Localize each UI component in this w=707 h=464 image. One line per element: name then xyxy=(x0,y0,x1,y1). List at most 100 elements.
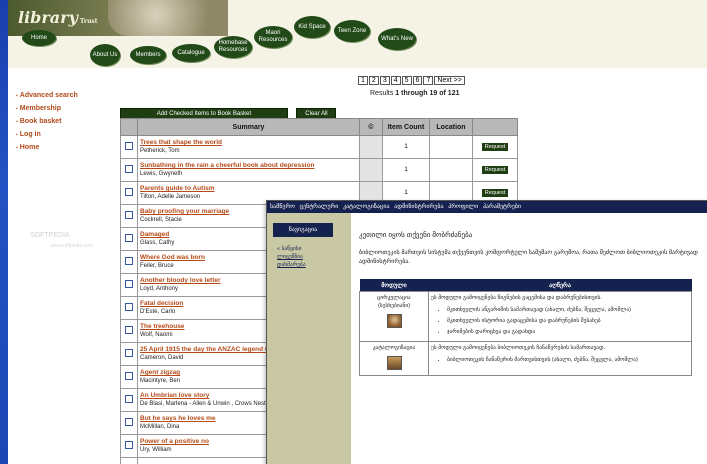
request-button[interactable]: Request xyxy=(481,166,509,174)
page-link[interactable]: 2 xyxy=(368,76,379,85)
catalog-books-icon[interactable] xyxy=(386,356,402,370)
page-link[interactable]: 3 xyxy=(379,76,390,85)
module-desc: ეს მოდული გამოიყენება წიგნების გაცემისა … xyxy=(431,295,602,301)
overlay-menu-item[interactable]: სამწერო xyxy=(270,204,295,210)
overlay-main: კეთილი იყოს თქვენი მობრძანება ბიბლიოთეკი… xyxy=(359,231,699,376)
module-feature: მკითხველის ანგარიშის სამართავად (ახალი, … xyxy=(447,306,689,314)
module-col-name: მოდული xyxy=(359,279,429,292)
sidebar-link-log-in[interactable]: Log in xyxy=(16,131,106,138)
row-checkbox-cell xyxy=(120,411,138,435)
sidebar-link-advanced-search[interactable]: Advanced search xyxy=(16,92,106,99)
page-link[interactable]: 6 xyxy=(412,76,423,85)
nav-about-us[interactable]: About Us xyxy=(90,44,120,66)
book-title-link[interactable]: Sunbathing in the rain a cheerful book a… xyxy=(140,162,358,170)
module-desc: ეს მოდული გამოიყენება ბიბლიოთეკის ჩანაწე… xyxy=(431,345,606,351)
row-checkbox[interactable] xyxy=(125,280,133,288)
page-link[interactable]: 5 xyxy=(401,76,412,85)
row-checkbox[interactable] xyxy=(125,326,133,334)
location-cell xyxy=(429,135,473,159)
row-checkbox-cell xyxy=(120,342,138,366)
library-page: library Trust Home About Us Members Catal… xyxy=(8,0,707,464)
overlay-window: სამწერო ცენტრალური კატალოგიზაცია ადმინის… xyxy=(266,200,707,464)
row-checkbox-cell xyxy=(120,457,138,464)
overlay-menu-item[interactable]: კატალოგიზაცია xyxy=(343,204,389,210)
module-name: კატალოგიზაცია xyxy=(372,345,416,351)
nav-homebase-resources[interactable]: Homebase Resources xyxy=(214,36,252,58)
request-button[interactable]: Request xyxy=(481,189,509,197)
row-checkbox[interactable] xyxy=(125,441,133,449)
nav-members[interactable]: Members xyxy=(130,46,166,64)
nav-teen-zone[interactable]: Teen Zone xyxy=(334,20,370,42)
row-checkbox[interactable] xyxy=(125,418,133,426)
row-checkbox[interactable] xyxy=(125,165,133,173)
watermark-url: www.softpedia.com xyxy=(50,243,94,249)
row-checkbox[interactable] xyxy=(125,349,133,357)
site-logo[interactable]: library Trust xyxy=(18,8,98,27)
overlay-heading: კეთილი იყოს თქვენი მობრძანება xyxy=(359,232,473,239)
logo-text: library xyxy=(18,8,78,27)
col-checkbox xyxy=(120,118,138,136)
overlay-menu-item[interactable]: პარამეტრები xyxy=(483,204,521,210)
row-checkbox-cell xyxy=(120,434,138,458)
page-link[interactable]: 4 xyxy=(390,76,401,85)
row-checkbox-cell xyxy=(120,135,138,159)
overlay-paragraph: ბიბლიოთეკის მართვის სისტემა თქვენთვის კო… xyxy=(359,250,698,265)
row-checkbox-cell xyxy=(120,227,138,251)
module-desc-cell: ეს მოდული გამოიყენება წიგნების გაცემისა … xyxy=(428,291,692,342)
book-title-link[interactable]: Trees that shape the world xyxy=(140,139,358,147)
overlay-side-link-help[interactable]: დახმარება xyxy=(277,261,351,269)
module-feature-list: მკითხველის ანგარიშის სამართავად (ახალი, … xyxy=(431,306,689,336)
results-range: 1 through 19 of 121 xyxy=(395,90,460,97)
module-feature: მკითხველის ისტორია გადაცემისა და დაბრუნე… xyxy=(447,317,689,325)
row-checkbox[interactable] xyxy=(125,211,133,219)
nav-kid-space[interactable]: Kid Space xyxy=(294,16,330,38)
module-desc-cell: ეს მოდული გამოიყენება ბიბლიოთეკის ჩანაწე… xyxy=(428,341,692,376)
sidebar-link-home[interactable]: Home xyxy=(16,144,106,151)
book-title-link[interactable]: Parents guide to Autism xyxy=(140,185,358,193)
module-table: მოდული აღწერა ცირკულაცია (სესხებიანი) ეს… xyxy=(359,279,692,376)
module-row: კატალოგიზაცია ეს მოდული გამოიყენება ბიბლ… xyxy=(359,341,692,376)
module-name-cell: კატალოგიზაცია xyxy=(359,341,429,376)
row-checkbox[interactable] xyxy=(125,188,133,196)
row-checkbox-cell xyxy=(120,319,138,343)
row-checkbox[interactable] xyxy=(125,303,133,311)
nav-whats-new[interactable]: What's New xyxy=(378,28,416,50)
header-photo xyxy=(108,0,228,36)
book-author: Lewis, Gwyneth xyxy=(140,171,183,177)
overlay-sidebar: ნავიგაცია « საწყისი ლიცენზია დახმარება xyxy=(267,213,351,464)
overlay-side-link-home[interactable]: « საწყისი xyxy=(277,245,351,253)
circulation-icon[interactable] xyxy=(386,314,402,328)
col-request xyxy=(472,118,518,136)
sidebar-link-book-basket[interactable]: Book basket xyxy=(16,118,106,125)
logo-small: Trust xyxy=(79,18,98,25)
book-author: Petherick, Tom xyxy=(140,148,180,154)
row-checkbox-cell xyxy=(120,296,138,320)
sidebar-link-membership[interactable]: Membership xyxy=(16,105,106,112)
row-checkbox[interactable] xyxy=(125,257,133,265)
watermark: SOFTPEDIA xyxy=(30,232,70,239)
row-checkbox[interactable] xyxy=(125,234,133,242)
module-name: ცირკულაცია (სესხებიანი) xyxy=(377,295,411,309)
overlay-menu-item[interactable]: ადმინისტრირება xyxy=(394,204,443,210)
module-feature: ბიბლიოთეკის ჩანაწერის მართვისთვის (ახალი… xyxy=(447,356,689,364)
page-link[interactable]: 1 xyxy=(358,76,368,85)
row-checkbox[interactable] xyxy=(125,372,133,380)
overlay-side-link-license[interactable]: ლიცენზია xyxy=(277,253,351,261)
nav-maori-resources[interactable]: Maori Resources xyxy=(254,26,292,48)
page-link[interactable]: 7 xyxy=(423,76,434,85)
row-checkbox-cell xyxy=(120,365,138,389)
nav-catalogue[interactable]: Catalogue xyxy=(172,44,210,62)
overlay-menu-item[interactable]: პროფილი xyxy=(448,204,478,210)
row-checkbox[interactable] xyxy=(125,142,133,150)
row-checkbox-cell xyxy=(120,388,138,412)
request-button[interactable]: Request xyxy=(481,143,509,151)
pagination: 1 2 3 4 5 6 7 Next >> xyxy=(358,76,466,85)
copyright-cell xyxy=(359,158,383,182)
next-page-link[interactable]: Next >> xyxy=(434,76,465,85)
overlay-menu-item[interactable]: ცენტრალური xyxy=(300,204,339,210)
row-checkbox-cell xyxy=(120,273,138,297)
item-count-cell: 1 xyxy=(382,135,430,159)
row-checkbox[interactable] xyxy=(125,395,133,403)
row-checkbox-cell xyxy=(120,181,138,205)
nav-home[interactable]: Home xyxy=(22,30,56,46)
